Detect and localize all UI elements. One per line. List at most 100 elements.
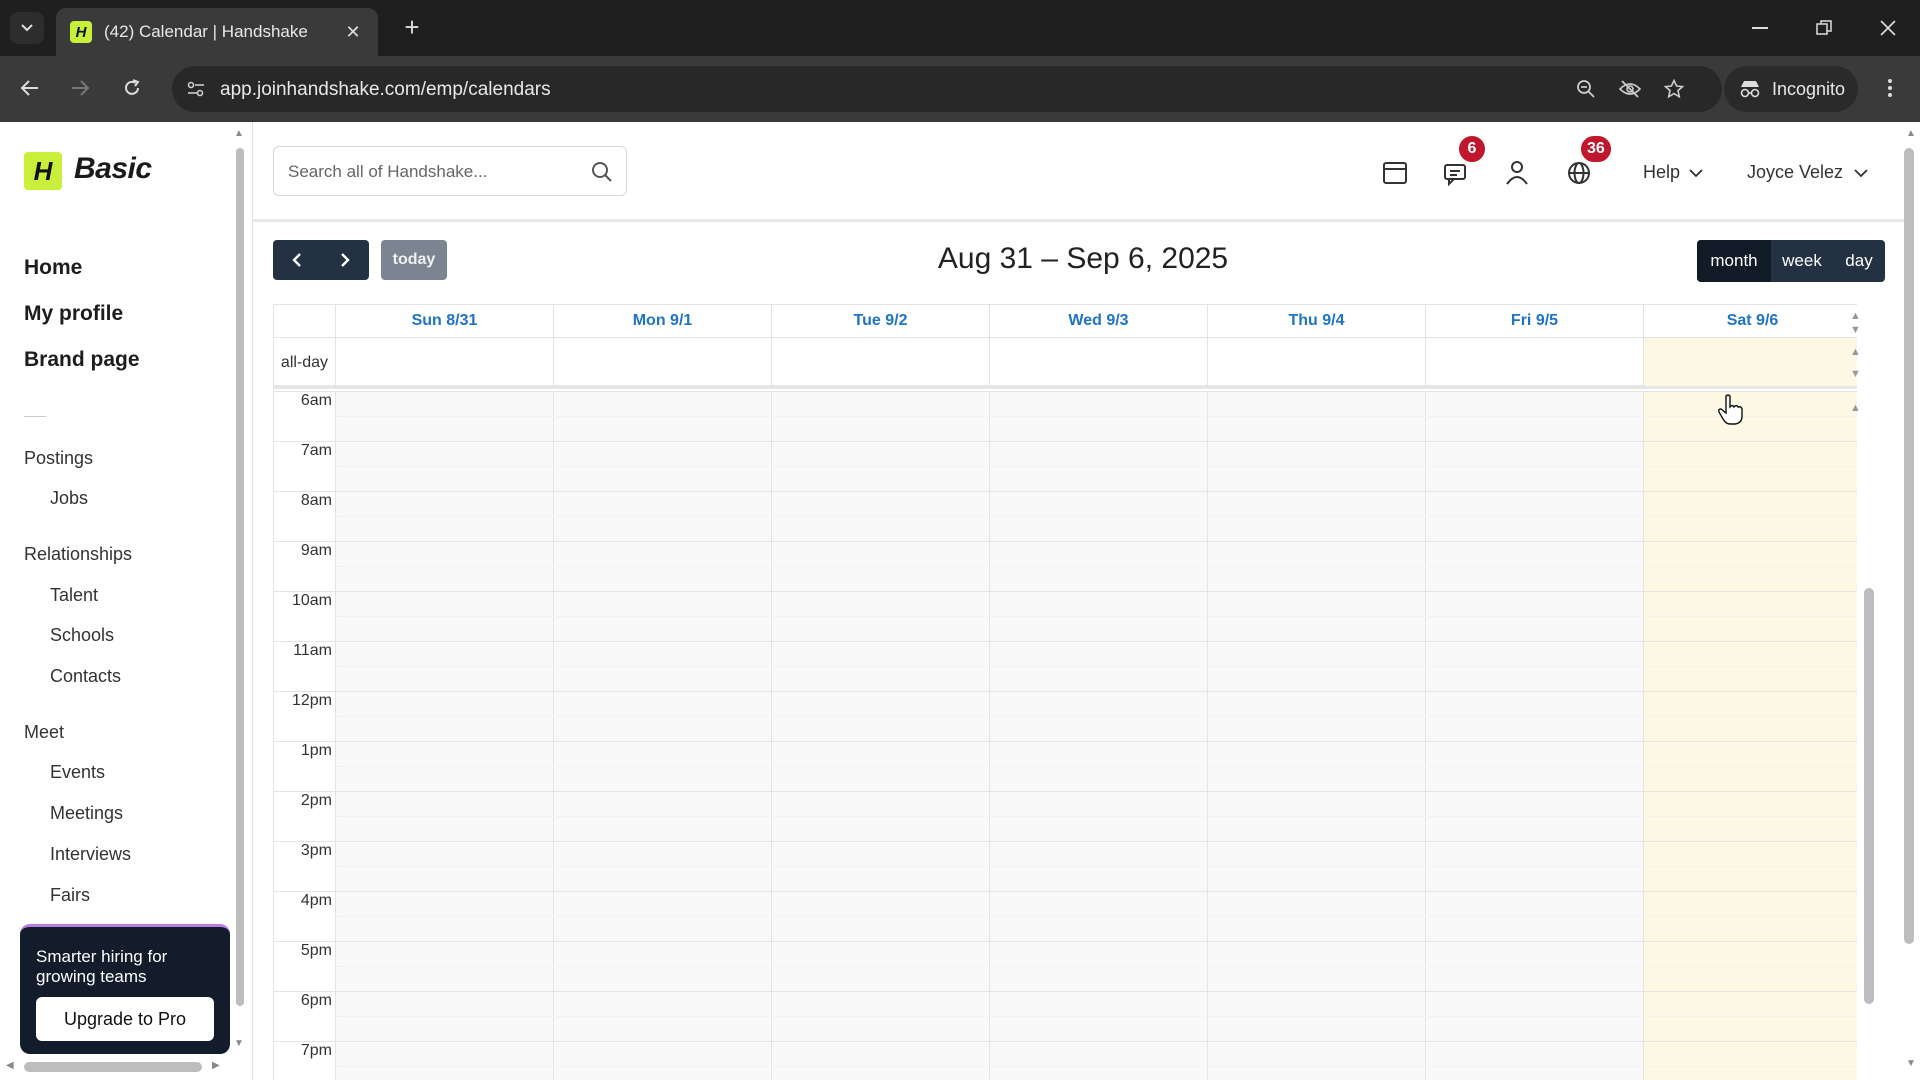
week-view-button[interactable]: week [1771,240,1833,282]
time-slot-label: 12pm [291,692,332,709]
star-icon[interactable] [1660,75,1688,103]
half-hour-line [336,466,1857,467]
tab-search-button[interactable] [10,12,44,44]
all-day-cell[interactable] [1426,338,1644,386]
prev-week-button[interactable] [273,240,321,280]
user-menu-dropdown[interactable]: Joyce Velez [1747,162,1868,183]
all-day-cell[interactable] [554,338,772,386]
time-slot-label: 3pm [300,842,332,859]
day-view-button[interactable]: day [1833,240,1885,282]
month-view-button[interactable]: month [1697,240,1771,282]
sidebar-item-events[interactable]: Events [50,762,105,783]
sidebar-item-fairs[interactable]: Fairs [50,885,90,906]
page-scrollbar[interactable] [1904,148,1914,944]
allday-scroll-up-icon[interactable]: ▲ [1850,310,1861,322]
all-day-cell[interactable] [336,338,554,386]
day-column-sun[interactable] [336,391,554,1080]
main-content: 6 36 Help Joyce Velez [252,122,1905,1080]
sidebar-item-talent[interactable]: Talent [50,585,98,606]
browser-toolbar: app.joinhandshake.com/emp/calendars Inco… [0,56,1920,122]
all-day-cell-today[interactable] [1644,338,1857,386]
calendar-icon[interactable] [1379,156,1411,188]
page-scroll-down-icon[interactable]: ▼ [1906,1058,1916,1069]
search-box[interactable] [273,146,627,196]
help-dropdown[interactable]: Help [1643,162,1703,183]
sidebar-item-brand-page[interactable]: Brand page [24,348,140,372]
day-column-thu[interactable] [1208,391,1426,1080]
day-header-sun[interactable]: Sun 8/31 [336,305,554,337]
sidebar-item-schools[interactable]: Schools [50,625,114,646]
sidebar-group-meet: Meet [24,722,65,742]
chevron-left-icon [292,253,301,267]
eye-off-icon[interactable] [1616,75,1644,103]
close-window-button[interactable] [1868,10,1908,46]
incognito-label: Incognito [1772,78,1846,99]
incognito-indicator[interactable]: Incognito [1724,66,1858,112]
day-header-sat[interactable]: Sat 9/6 [1644,305,1857,337]
time-grid-scroll-up-icon[interactable]: ▲ [1850,402,1861,414]
sidebar-item-home[interactable]: Home [24,256,82,280]
sidebar-scroll-up-icon[interactable]: ▲ [234,128,244,139]
chevron-down-icon [1689,169,1703,178]
allday-scroll-down-icon[interactable]: ▼ [1850,324,1861,336]
day-column-tue[interactable] [772,391,990,1080]
time-grid-scrollbar[interactable] [1864,588,1874,1004]
half-hour-line [336,716,1857,717]
zoom-icon[interactable] [1572,75,1600,103]
all-day-cell[interactable] [1208,338,1426,386]
half-hour-line [336,766,1857,767]
next-week-button[interactable] [321,240,369,280]
allday-scroll-up-icon[interactable]: ▲ [1850,346,1861,358]
all-day-cell[interactable] [990,338,1208,386]
search-input[interactable] [288,159,578,185]
sidebar-scroll-right-icon[interactable]: ▶ [212,1060,220,1071]
sidebar-item-jobs[interactable]: Jobs [50,488,88,509]
calendar-title: Aug 31 – Sep 6, 2025 [937,242,1229,275]
top-header: 6 36 Help Joyce Velez [253,122,1905,222]
address-bar[interactable]: app.joinhandshake.com/emp/calendars [172,66,1722,112]
sidebar-item-contacts[interactable]: Contacts [50,666,121,687]
sidebar-item-meetings[interactable]: Meetings [50,803,123,824]
sidebar-horizontal-scrollbar[interactable] [24,1062,202,1072]
today-button[interactable]: today [381,240,447,280]
day-column-fri[interactable] [1426,391,1644,1080]
hour-line [274,691,1857,692]
site-info-icon[interactable] [182,75,210,103]
search-icon[interactable] [590,160,614,184]
browser-tab-active[interactable]: H (42) Calendar | Handshake ✕ [56,8,378,56]
browser-menu-button[interactable] [1872,70,1908,106]
time-slot-label: 11am [293,642,332,659]
sidebar-scrollbar[interactable] [236,148,244,1006]
day-header-mon[interactable]: Mon 9/1 [554,305,772,337]
sidebar-item-my-profile[interactable]: My profile [24,302,123,326]
day-column-sat-today[interactable] [1644,391,1857,1080]
day-column-mon[interactable] [554,391,772,1080]
all-day-cell[interactable] [772,338,990,386]
upgrade-button[interactable]: Upgrade to Pro [36,997,214,1041]
forward-button[interactable] [62,70,98,106]
person-icon[interactable] [1501,156,1533,188]
sidebar-item-interviews[interactable]: Interviews [50,844,131,865]
page-scroll-up-icon[interactable]: ▲ [1906,128,1916,139]
day-header-thu[interactable]: Thu 9/4 [1208,305,1426,337]
new-tab-button[interactable]: + [396,12,428,44]
time-grid: 6am 7am 8am 9am 10am 11am 12pm 1pm 2pm 3pm 4pm 5pm 6… [274,391,1857,1080]
allday-scroll-down-icon[interactable]: ▼ [1850,368,1861,380]
tab-close-icon[interactable]: ✕ [342,22,364,43]
half-hour-line [336,866,1857,867]
day-header-wed[interactable]: Wed 9/3 [990,305,1208,337]
sidebar-scroll-left-icon[interactable]: ◀ [6,1060,14,1071]
incognito-icon [1740,81,1760,98]
day-column-wed[interactable] [990,391,1208,1080]
url-text[interactable]: app.joinhandshake.com/emp/calendars [220,79,551,101]
minimize-button[interactable] [1740,10,1780,46]
day-header-tue[interactable]: Tue 9/2 [772,305,990,337]
time-slot-label: 9am [300,542,332,559]
reload-button[interactable] [114,70,150,106]
sidebar-scroll-down-icon[interactable]: ▼ [234,1038,244,1049]
restore-button[interactable] [1804,10,1844,46]
reload-icon [125,79,140,95]
back-button[interactable] [12,70,48,106]
handshake-logo[interactable]: H [24,152,62,190]
day-header-fri[interactable]: Fri 9/5 [1426,305,1644,337]
